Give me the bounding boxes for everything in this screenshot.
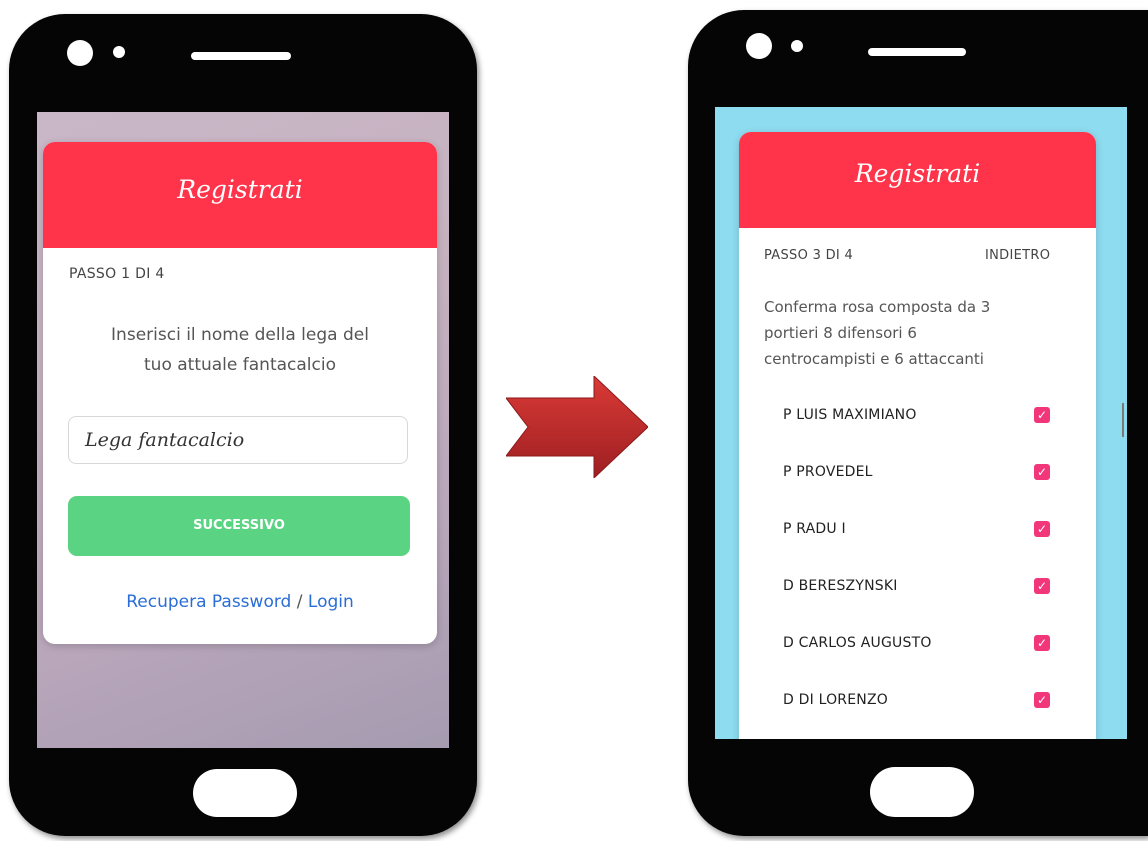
scrollbar-thumb[interactable]: [1122, 403, 1124, 437]
card-header: Registrati: [739, 132, 1096, 228]
checkbox-checked-icon[interactable]: ✓: [1034, 692, 1050, 708]
camera-icon: [746, 33, 772, 59]
left-phone-screen: Registrati PASSO 1 DI 4 Inserisci il nom…: [37, 112, 449, 748]
recover-password-link[interactable]: Recupera Password: [126, 592, 291, 612]
speaker-grille: [868, 48, 966, 56]
player-row[interactable]: P RADU I ✓: [783, 514, 1073, 544]
step-indicator: PASSO 1 DI 4: [69, 266, 165, 282]
sensor-icon: [791, 40, 803, 52]
player-row[interactable]: D CARLOS AUGUSTO ✓: [783, 628, 1073, 658]
registration-card: Registrati PASSO 1 DI 4 Inserisci il nom…: [43, 142, 437, 644]
league-name-input[interactable]: Lega fantacalcio: [68, 416, 408, 464]
right-phone-frame: Registrati PASSO 3 DI 4 INDIETRO Conferm…: [688, 10, 1148, 836]
instruction-line: Conferma rosa composta da 3: [764, 298, 991, 316]
right-arrow-icon: [506, 376, 648, 478]
instruction-line: portieri 8 difensori 6: [764, 324, 917, 342]
instruction-text: Conferma rosa composta da 3 portieri 8 d…: [764, 294, 1084, 372]
roster-confirmation-card: Registrati PASSO 3 DI 4 INDIETRO Conferm…: [739, 132, 1096, 739]
step-indicator: PASSO 3 DI 4: [764, 248, 854, 263]
player-name: P RADU I: [783, 521, 846, 537]
speaker-grille: [191, 52, 291, 60]
home-button[interactable]: [870, 767, 974, 817]
back-link[interactable]: INDIETRO: [985, 248, 1050, 263]
login-link[interactable]: Login: [308, 592, 354, 612]
right-phone-screen: Registrati PASSO 3 DI 4 INDIETRO Conferm…: [715, 107, 1127, 739]
checkbox-checked-icon[interactable]: ✓: [1034, 521, 1050, 537]
camera-icon: [67, 40, 93, 66]
player-name: D CARLOS AUGUSTO: [783, 635, 932, 651]
player-name: P LUIS MAXIMIANO: [783, 407, 917, 423]
instruction-line: Inserisci il nome della lega del: [111, 325, 369, 345]
player-name: D BERESZYNSKI: [783, 578, 898, 594]
checkbox-checked-icon[interactable]: ✓: [1034, 464, 1050, 480]
instruction-line: tuo attuale fantacalcio: [144, 355, 336, 375]
player-row[interactable]: P LUIS MAXIMIANO ✓: [783, 400, 1073, 430]
checkbox-checked-icon[interactable]: ✓: [1034, 635, 1050, 651]
card-header: Registrati: [43, 142, 437, 248]
checkbox-checked-icon[interactable]: ✓: [1034, 407, 1050, 423]
player-row[interactable]: D BERESZYNSKI ✓: [783, 571, 1073, 601]
instruction-line: centrocampisti e 6 attaccanti: [764, 350, 984, 368]
footer-links: Recupera Password / Login: [43, 592, 437, 612]
home-button[interactable]: [193, 769, 297, 817]
player-name: D DI LORENZO: [783, 692, 888, 708]
checkbox-checked-icon[interactable]: ✓: [1034, 578, 1050, 594]
left-phone-frame: Registrati PASSO 1 DI 4 Inserisci il nom…: [9, 14, 477, 836]
link-separator: /: [296, 592, 303, 612]
sensor-icon: [113, 46, 125, 58]
player-row[interactable]: D DI LORENZO ✓: [783, 685, 1073, 715]
player-name: P PROVEDEL: [783, 464, 873, 480]
instruction-text: Inserisci il nome della lega del tuo att…: [43, 320, 437, 380]
player-row[interactable]: P PROVEDEL ✓: [783, 457, 1073, 487]
next-button[interactable]: SUCCESSIVO: [68, 496, 410, 556]
